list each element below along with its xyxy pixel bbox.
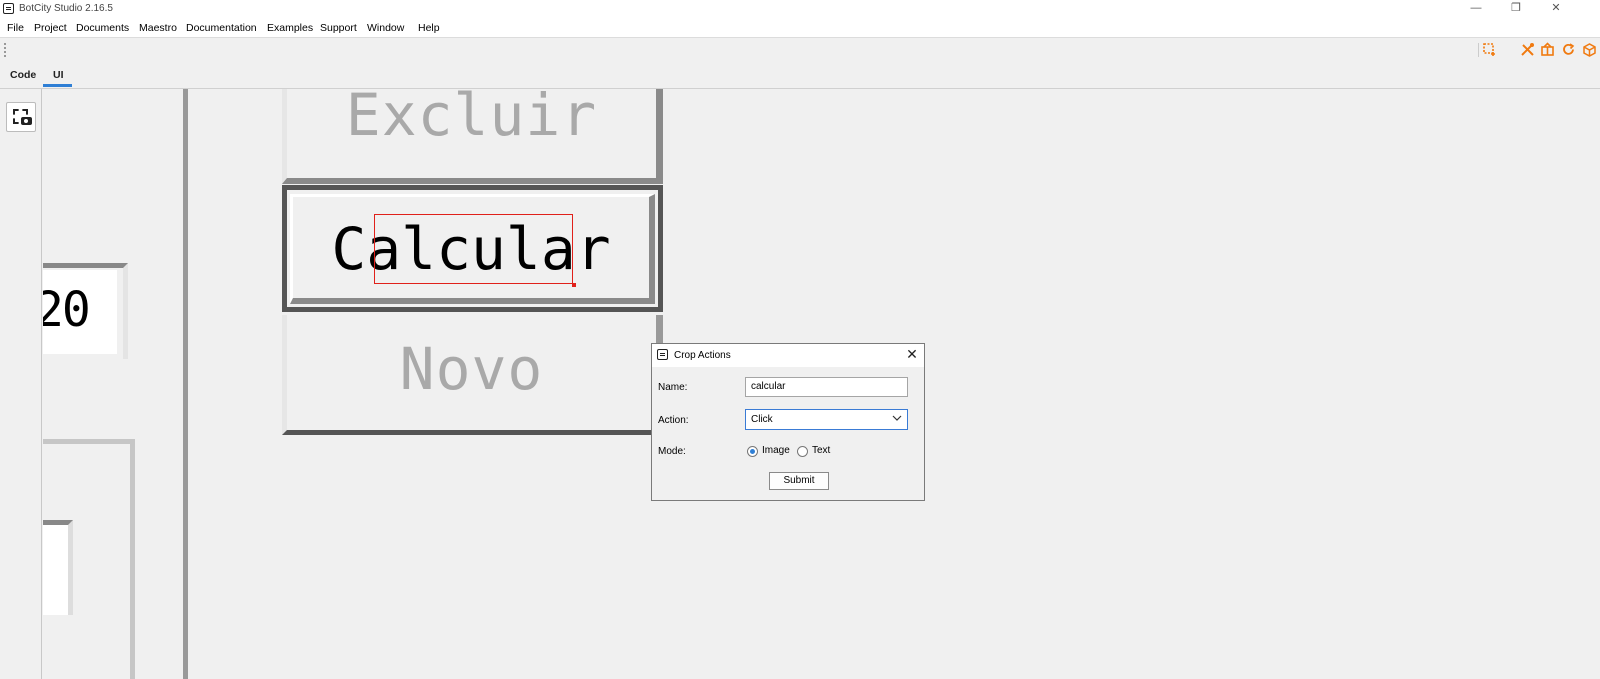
mode-label: Mode: xyxy=(658,446,686,457)
menu-maestro[interactable]: Maestro xyxy=(139,22,177,34)
crop-icon[interactable] xyxy=(1482,42,1497,57)
restore-button[interactable]: ❐ xyxy=(1496,0,1536,18)
mode-text-label: Text xyxy=(812,445,831,456)
action-selected-value: Click xyxy=(751,414,773,425)
display-panel: 20 xyxy=(43,263,128,359)
toolbar-separator xyxy=(1478,43,1479,57)
close-window-button[interactable]: ✕ xyxy=(1536,0,1576,18)
menu-project[interactable]: Project xyxy=(34,22,67,34)
menu-file[interactable]: File xyxy=(7,22,24,34)
mode-image-radio[interactable] xyxy=(747,446,758,457)
tab-ui[interactable]: UI xyxy=(53,69,64,81)
crop-resize-handle[interactable] xyxy=(572,283,576,287)
mode-image-label: Image xyxy=(762,445,790,456)
toolbar xyxy=(0,39,1600,62)
crop-actions-dialog: Crop Actions ✕ Name: calcular Action: Cl… xyxy=(651,343,925,501)
menu-documents[interactable]: Documents xyxy=(76,22,129,34)
lower-left-field xyxy=(43,520,73,615)
panel-divider xyxy=(183,89,188,679)
camera-icon xyxy=(21,117,32,125)
tools-icon[interactable] xyxy=(1520,42,1535,57)
refresh-icon[interactable] xyxy=(1561,42,1576,57)
menu-support[interactable]: Support xyxy=(320,22,357,34)
novo-button[interactable]: Novo xyxy=(282,315,663,435)
menu-bar: File Project Documents Maestro Documenta… xyxy=(0,18,1600,38)
tab-code[interactable]: Code xyxy=(10,69,36,81)
left-tool-column xyxy=(0,89,42,679)
novo-label: Novo xyxy=(399,335,544,403)
toolbar-grip[interactable] xyxy=(4,43,6,57)
excluir-button[interactable]: Excluir xyxy=(282,89,663,184)
action-select[interactable]: Click xyxy=(745,409,908,430)
window-title: BotCity Studio 2.16.5 xyxy=(19,3,113,14)
lower-left-panel xyxy=(43,439,135,679)
app-icon xyxy=(3,3,14,14)
excluir-label: Excluir xyxy=(345,89,598,149)
mode-text-radio[interactable] xyxy=(797,446,808,457)
title-bar: BotCity Studio 2.16.5 — ❐ ✕ xyxy=(0,0,1600,18)
package-icon[interactable] xyxy=(1540,42,1555,57)
display-field: 20 xyxy=(43,270,117,354)
menu-help[interactable]: Help xyxy=(418,22,440,34)
submit-button[interactable]: Submit xyxy=(769,472,829,490)
menu-documentation[interactable]: Documentation xyxy=(186,22,257,34)
active-tab-indicator xyxy=(43,84,72,87)
capture-screen-button[interactable] xyxy=(6,102,36,132)
dialog-app-icon xyxy=(657,349,668,360)
minimize-button[interactable]: — xyxy=(1456,0,1496,18)
name-label: Name: xyxy=(658,382,688,393)
dialog-title-bar: Crop Actions ✕ xyxy=(652,344,924,367)
display-number: 20 xyxy=(43,282,91,338)
dialog-title: Crop Actions xyxy=(674,350,731,361)
crop-selection-box[interactable] xyxy=(374,214,573,284)
menu-examples[interactable]: Examples xyxy=(267,22,313,34)
action-label: Action: xyxy=(658,415,689,426)
dialog-close-icon[interactable]: ✕ xyxy=(902,346,922,364)
name-input[interactable]: calcular xyxy=(745,377,908,397)
box-icon[interactable] xyxy=(1582,42,1597,57)
tab-bar: Code UI xyxy=(0,62,1600,89)
chevron-down-icon xyxy=(892,413,902,426)
menu-window[interactable]: Window xyxy=(367,22,404,34)
